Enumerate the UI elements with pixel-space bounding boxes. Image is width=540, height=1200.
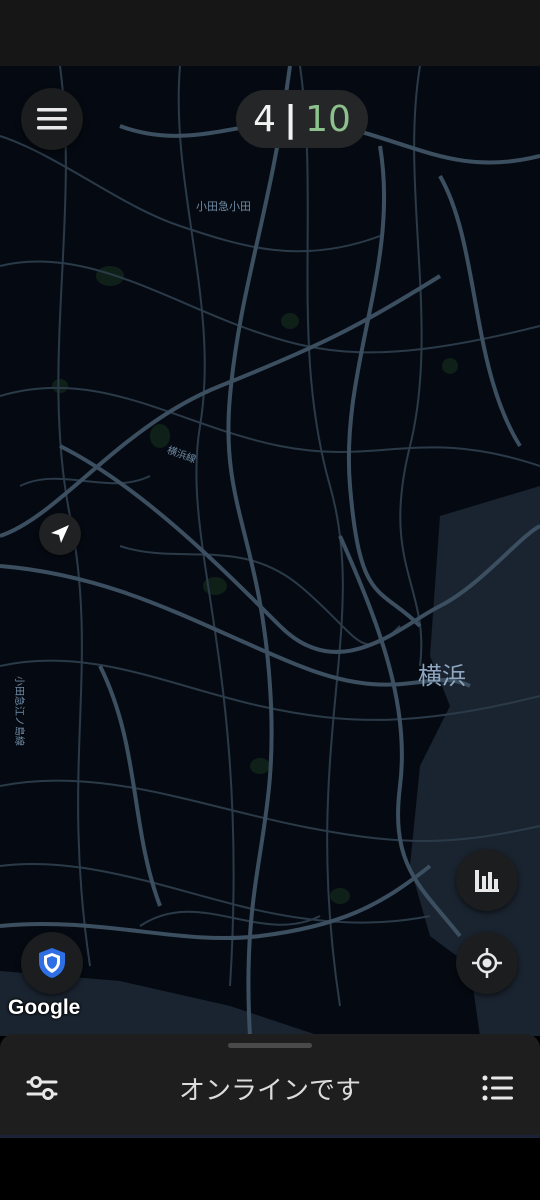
- hamburger-icon: [37, 108, 67, 130]
- system-navigation-area: [0, 1138, 540, 1200]
- counter-separator: |: [283, 98, 298, 140]
- stats-button[interactable]: [456, 849, 518, 911]
- rail-line-label: 小田急江ノ島線: [13, 676, 24, 746]
- my-location-button[interactable]: [456, 932, 518, 994]
- current-position-marker: [39, 513, 81, 555]
- navigation-arrow-icon: [51, 525, 69, 543]
- city-label: 横浜: [418, 662, 466, 690]
- bottom-sheet[interactable]: オンラインです: [0, 1034, 540, 1135]
- list-button[interactable]: [478, 1068, 518, 1108]
- counter-total: 10: [305, 98, 351, 140]
- connection-status: オンラインです: [178, 1076, 361, 1106]
- filter-button[interactable]: [22, 1068, 62, 1108]
- sliders-icon: [26, 1076, 58, 1100]
- safety-button[interactable]: [21, 932, 83, 994]
- counter-current: 4: [253, 98, 276, 140]
- crosshair-icon: [472, 948, 502, 978]
- progress-counter: 4 | 10: [236, 90, 368, 148]
- list-icon: [482, 1075, 513, 1101]
- drag-handle[interactable]: [228, 1043, 312, 1048]
- rail-line-label: 小田急小田: [196, 200, 251, 213]
- menu-button[interactable]: [21, 88, 83, 150]
- shield-icon: [39, 948, 65, 978]
- status-bar: [0, 0, 540, 66]
- google-attribution: Google: [8, 996, 81, 1019]
- bar-chart-icon: [475, 870, 499, 892]
